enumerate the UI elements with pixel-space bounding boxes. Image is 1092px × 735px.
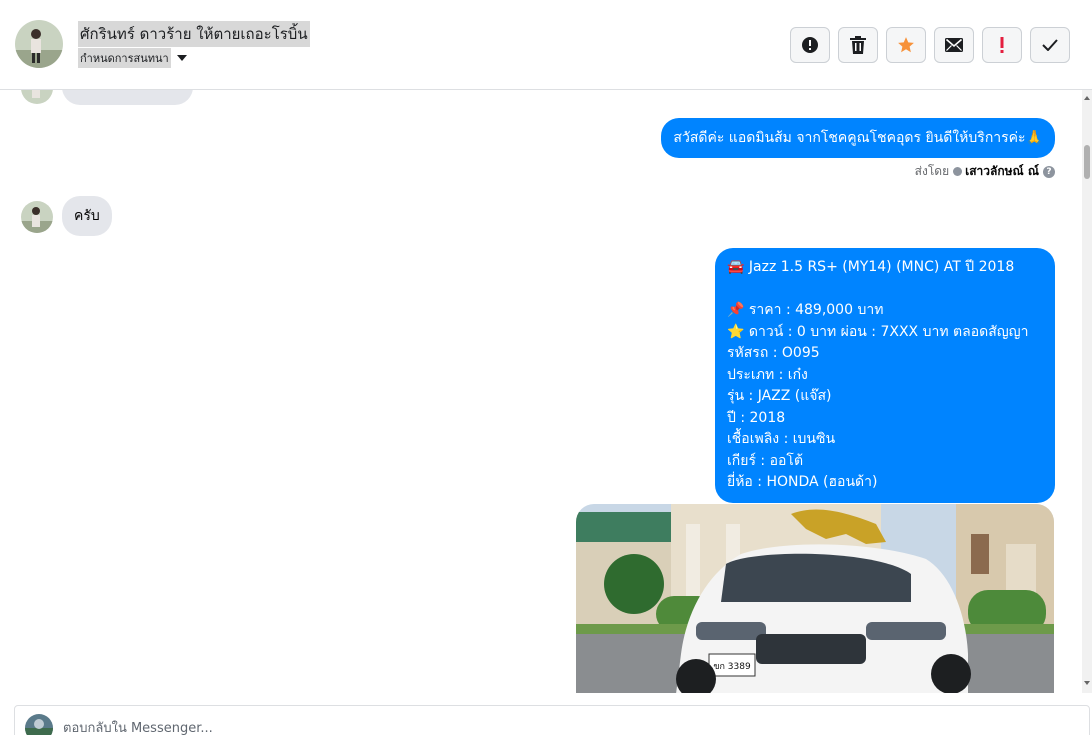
page-avatar — [25, 714, 53, 735]
fuel-line: เชื้อเพลิง : เบนซิน — [727, 431, 836, 447]
contact-avatar-small[interactable] — [21, 201, 53, 233]
reply-composer — [14, 705, 1090, 735]
caret-down-icon[interactable] — [176, 55, 187, 61]
message-thread: ต้องการ คันนี้ครับ สวัสดีค่ะ แอดมินส้ม จ… — [0, 90, 1082, 693]
car-year-line: ปี : 2018 — [727, 409, 786, 426]
conversation-header: ศักรินทร์ ดาวร้าย ให้ตายเถอะโรบิ้น กำหนด… — [0, 0, 1092, 90]
schedule-label: กำหนดการสนทนา — [78, 48, 171, 68]
car-details-lines: 🚘 Jazz 1.5 RS+ (MY14) (MNC) AT ปี 2018 📌… — [715, 248, 1055, 503]
car-code-line: รหัสรถ : O095 — [727, 345, 820, 361]
verified-icon — [953, 167, 963, 176]
car-photo[interactable]: ขก 3389 — [576, 504, 1054, 693]
sent-by-label: ส่งโดย — [914, 164, 950, 178]
car-details-message[interactable]: 🚘 Jazz 1.5 RS+ (MY14) (MNC) AT ปี 2018 📌… — [715, 248, 1055, 503]
price-line: 📌 ราคา : 489,000 บาท — [727, 302, 884, 318]
brand-line: ยี่ห้อ : HONDA (ฮอนด้า) — [727, 474, 878, 490]
trash-icon — [850, 36, 866, 54]
help-icon[interactable]: ? — [1043, 165, 1055, 178]
incoming-message[interactable]: ต้องการ คันนี้ครับ — [62, 90, 193, 105]
mark-unread-button[interactable] — [934, 27, 974, 63]
down-payment-line: ⭐ ดาวน์ : 0 บาท ผ่อน : 7XXX บาท ตลอดสัญญ… — [727, 323, 1029, 340]
check-icon — [1042, 39, 1058, 51]
scroll-down-icon[interactable] — [1084, 681, 1090, 685]
car-title-line: 🚘 Jazz 1.5 RS+ (MY14) (MNC) AT ปี 2018 — [727, 259, 1015, 275]
incoming-message[interactable]: ครับ — [62, 196, 112, 236]
star-icon — [898, 37, 914, 53]
outgoing-message[interactable]: สวัสดีค่ะ แอดมินส้ม จากโชคคูณโชคอุดร ยิน… — [661, 118, 1055, 158]
scroll-thumb[interactable] — [1084, 145, 1090, 179]
exclamation-icon — [1000, 37, 1004, 53]
priority-button[interactable] — [982, 27, 1022, 63]
thread-scrollbar[interactable] — [1082, 90, 1092, 693]
mark-done-button[interactable] — [1030, 27, 1070, 63]
envelope-icon — [945, 38, 963, 52]
scroll-up-icon[interactable] — [1084, 96, 1090, 100]
contact-name[interactable]: ศักรินทร์ ดาวร้าย ให้ตายเถอะโรบิ้น — [78, 21, 310, 47]
license-plate: ขก 3389 — [713, 662, 751, 672]
delete-button[interactable] — [838, 27, 878, 63]
car-type-line: ประเภท : เก๋ง — [727, 366, 808, 383]
contact-avatar[interactable] — [15, 20, 63, 68]
alert-circle-icon — [802, 37, 818, 53]
conversation-schedule[interactable]: กำหนดการสนทนา — [78, 48, 187, 68]
conversation-actions — [790, 27, 1078, 63]
sent-by-info: ส่งโดย เสาวลักษณ์ ณ์ ? — [915, 162, 1055, 181]
car-model-line: รุ่น : JAZZ (แจ๊ส) — [727, 388, 832, 404]
star-button[interactable] — [886, 27, 926, 63]
sender-name[interactable]: เสาวลักษณ์ ณ์ — [965, 162, 1039, 181]
report-button[interactable] — [790, 27, 830, 63]
gear-line: เกียร์ : ออโต้ — [727, 452, 804, 469]
contact-avatar-small[interactable] — [21, 90, 53, 104]
reply-input[interactable] — [63, 719, 963, 735]
messenger-conversation: ศักรินทร์ ดาวร้าย ให้ตายเถอะโรบิ้น กำหนด… — [0, 0, 1092, 735]
